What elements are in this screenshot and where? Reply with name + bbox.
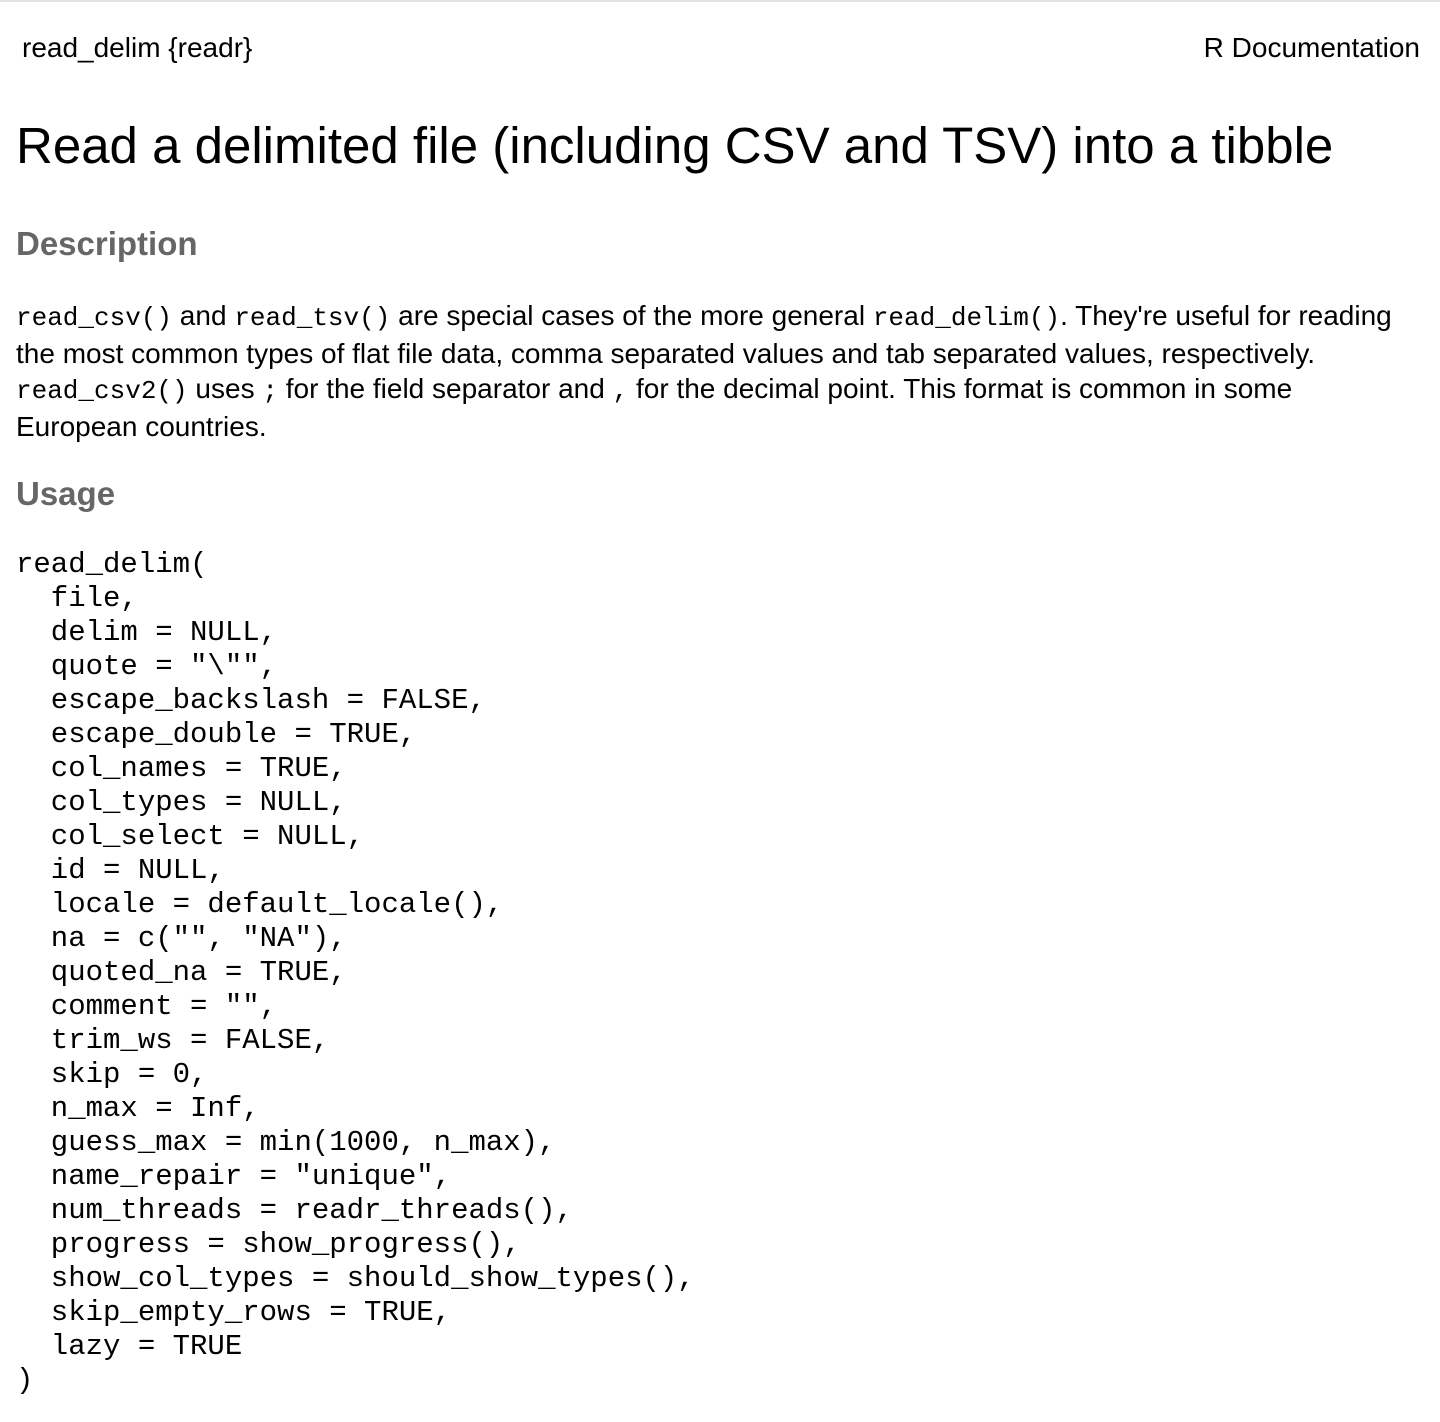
usage-code-line: id = NULL, (16, 854, 225, 887)
usage-heading: Usage (16, 475, 116, 512)
usage-code-line: skip = 0, (16, 1058, 208, 1091)
usage-code-line: col_types = NULL, (16, 786, 347, 819)
doc-header: read_delim {readr} R Documentation (22, 30, 1420, 66)
desc-text: and (172, 300, 235, 331)
doc-type-label: R Documentation (1203, 32, 1420, 63)
code-read-delim: read_delim() (872, 303, 1061, 333)
usage-code-line: delim = NULL, (16, 616, 278, 649)
usage-code-line: locale = default_locale(), (16, 888, 504, 921)
usage-code-line: lazy = TRUE (16, 1330, 243, 1363)
code-comma: , (612, 376, 629, 406)
page-title: Read a delimited file (including CSV and… (16, 117, 1334, 174)
code-semicolon: ; (262, 376, 278, 406)
description-paragraph: read_csv() and read_tsv() are special ca… (16, 298, 1416, 444)
usage-code-line: quoted_na = TRUE, (16, 956, 347, 989)
usage-code-line: show_col_types = should_show_types(), (16, 1262, 695, 1295)
usage-code-line: quote = "\"", (16, 650, 278, 683)
desc-text: for the field separator and (277, 373, 613, 404)
usage-code-line: ) (16, 1364, 34, 1397)
desc-text: uses (187, 373, 263, 404)
usage-code-line: name_repair = "unique", (16, 1160, 452, 1193)
usage-code-line: n_max = Inf, (16, 1092, 260, 1125)
usage-code-line: na = c("", "NA"), (16, 922, 347, 955)
usage-code-line: skip_empty_rows = TRUE, (16, 1296, 452, 1329)
topic-label: read_delim {readr} (22, 32, 253, 63)
usage-code-block: read_delim( file, delim = NULL, quote = … (16, 548, 695, 1398)
usage-code-line: escape_double = TRUE, (16, 718, 417, 751)
desc-text: are special cases of the more general (390, 300, 873, 331)
usage-code-line: comment = "", (16, 990, 278, 1023)
usage-code-line: escape_backslash = FALSE, (16, 684, 486, 717)
usage-code-line: progress = show_progress(), (16, 1228, 521, 1261)
code-read-csv: read_csv() (16, 303, 173, 333)
usage-code-line: file, (16, 582, 138, 615)
usage-code-line: num_threads = readr_threads(), (16, 1194, 573, 1227)
code-read-tsv: read_tsv() (234, 303, 391, 333)
description-heading: Description (16, 225, 198, 262)
usage-code-line: col_select = NULL, (16, 820, 365, 853)
code-read-csv2: read_csv2() (16, 376, 188, 406)
documentation-page: read_delim {readr} R Documentation Read … (0, 2, 1440, 1422)
usage-code-line: trim_ws = FALSE, (16, 1024, 330, 1057)
usage-code-line: read_delim( (16, 548, 208, 581)
usage-code-line: col_names = TRUE, (16, 752, 347, 785)
usage-code-line: guess_max = min(1000, n_max), (16, 1126, 556, 1159)
